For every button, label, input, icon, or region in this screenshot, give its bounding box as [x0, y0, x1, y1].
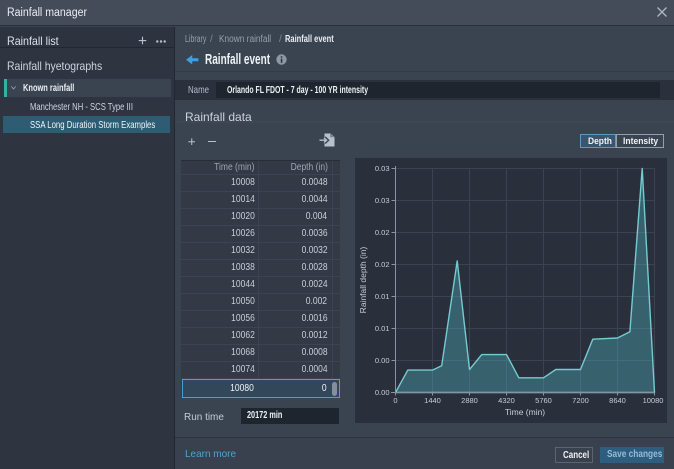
svg-text:4320: 4320	[498, 396, 515, 405]
svg-text:0: 0	[393, 396, 397, 405]
svg-text:0.00: 0.00	[375, 388, 390, 397]
svg-text:0.02: 0.02	[375, 228, 390, 237]
svg-text:0.01: 0.01	[375, 324, 390, 333]
svg-text:Time (min): Time (min)	[505, 407, 545, 417]
svg-text:Rainfall depth (in): Rainfall depth (in)	[358, 247, 368, 314]
svg-text:8640: 8640	[609, 396, 626, 405]
svg-text:10080: 10080	[643, 396, 664, 405]
svg-text:1440: 1440	[424, 396, 441, 405]
svg-text:0.00: 0.00	[375, 356, 390, 365]
svg-text:5760: 5760	[535, 396, 552, 405]
svg-text:0.01: 0.01	[375, 292, 390, 301]
svg-text:7200: 7200	[572, 396, 589, 405]
svg-text:2880: 2880	[461, 396, 478, 405]
svg-text:0.02: 0.02	[375, 260, 390, 269]
svg-text:0.03: 0.03	[375, 196, 390, 205]
svg-text:0.03: 0.03	[375, 164, 390, 173]
